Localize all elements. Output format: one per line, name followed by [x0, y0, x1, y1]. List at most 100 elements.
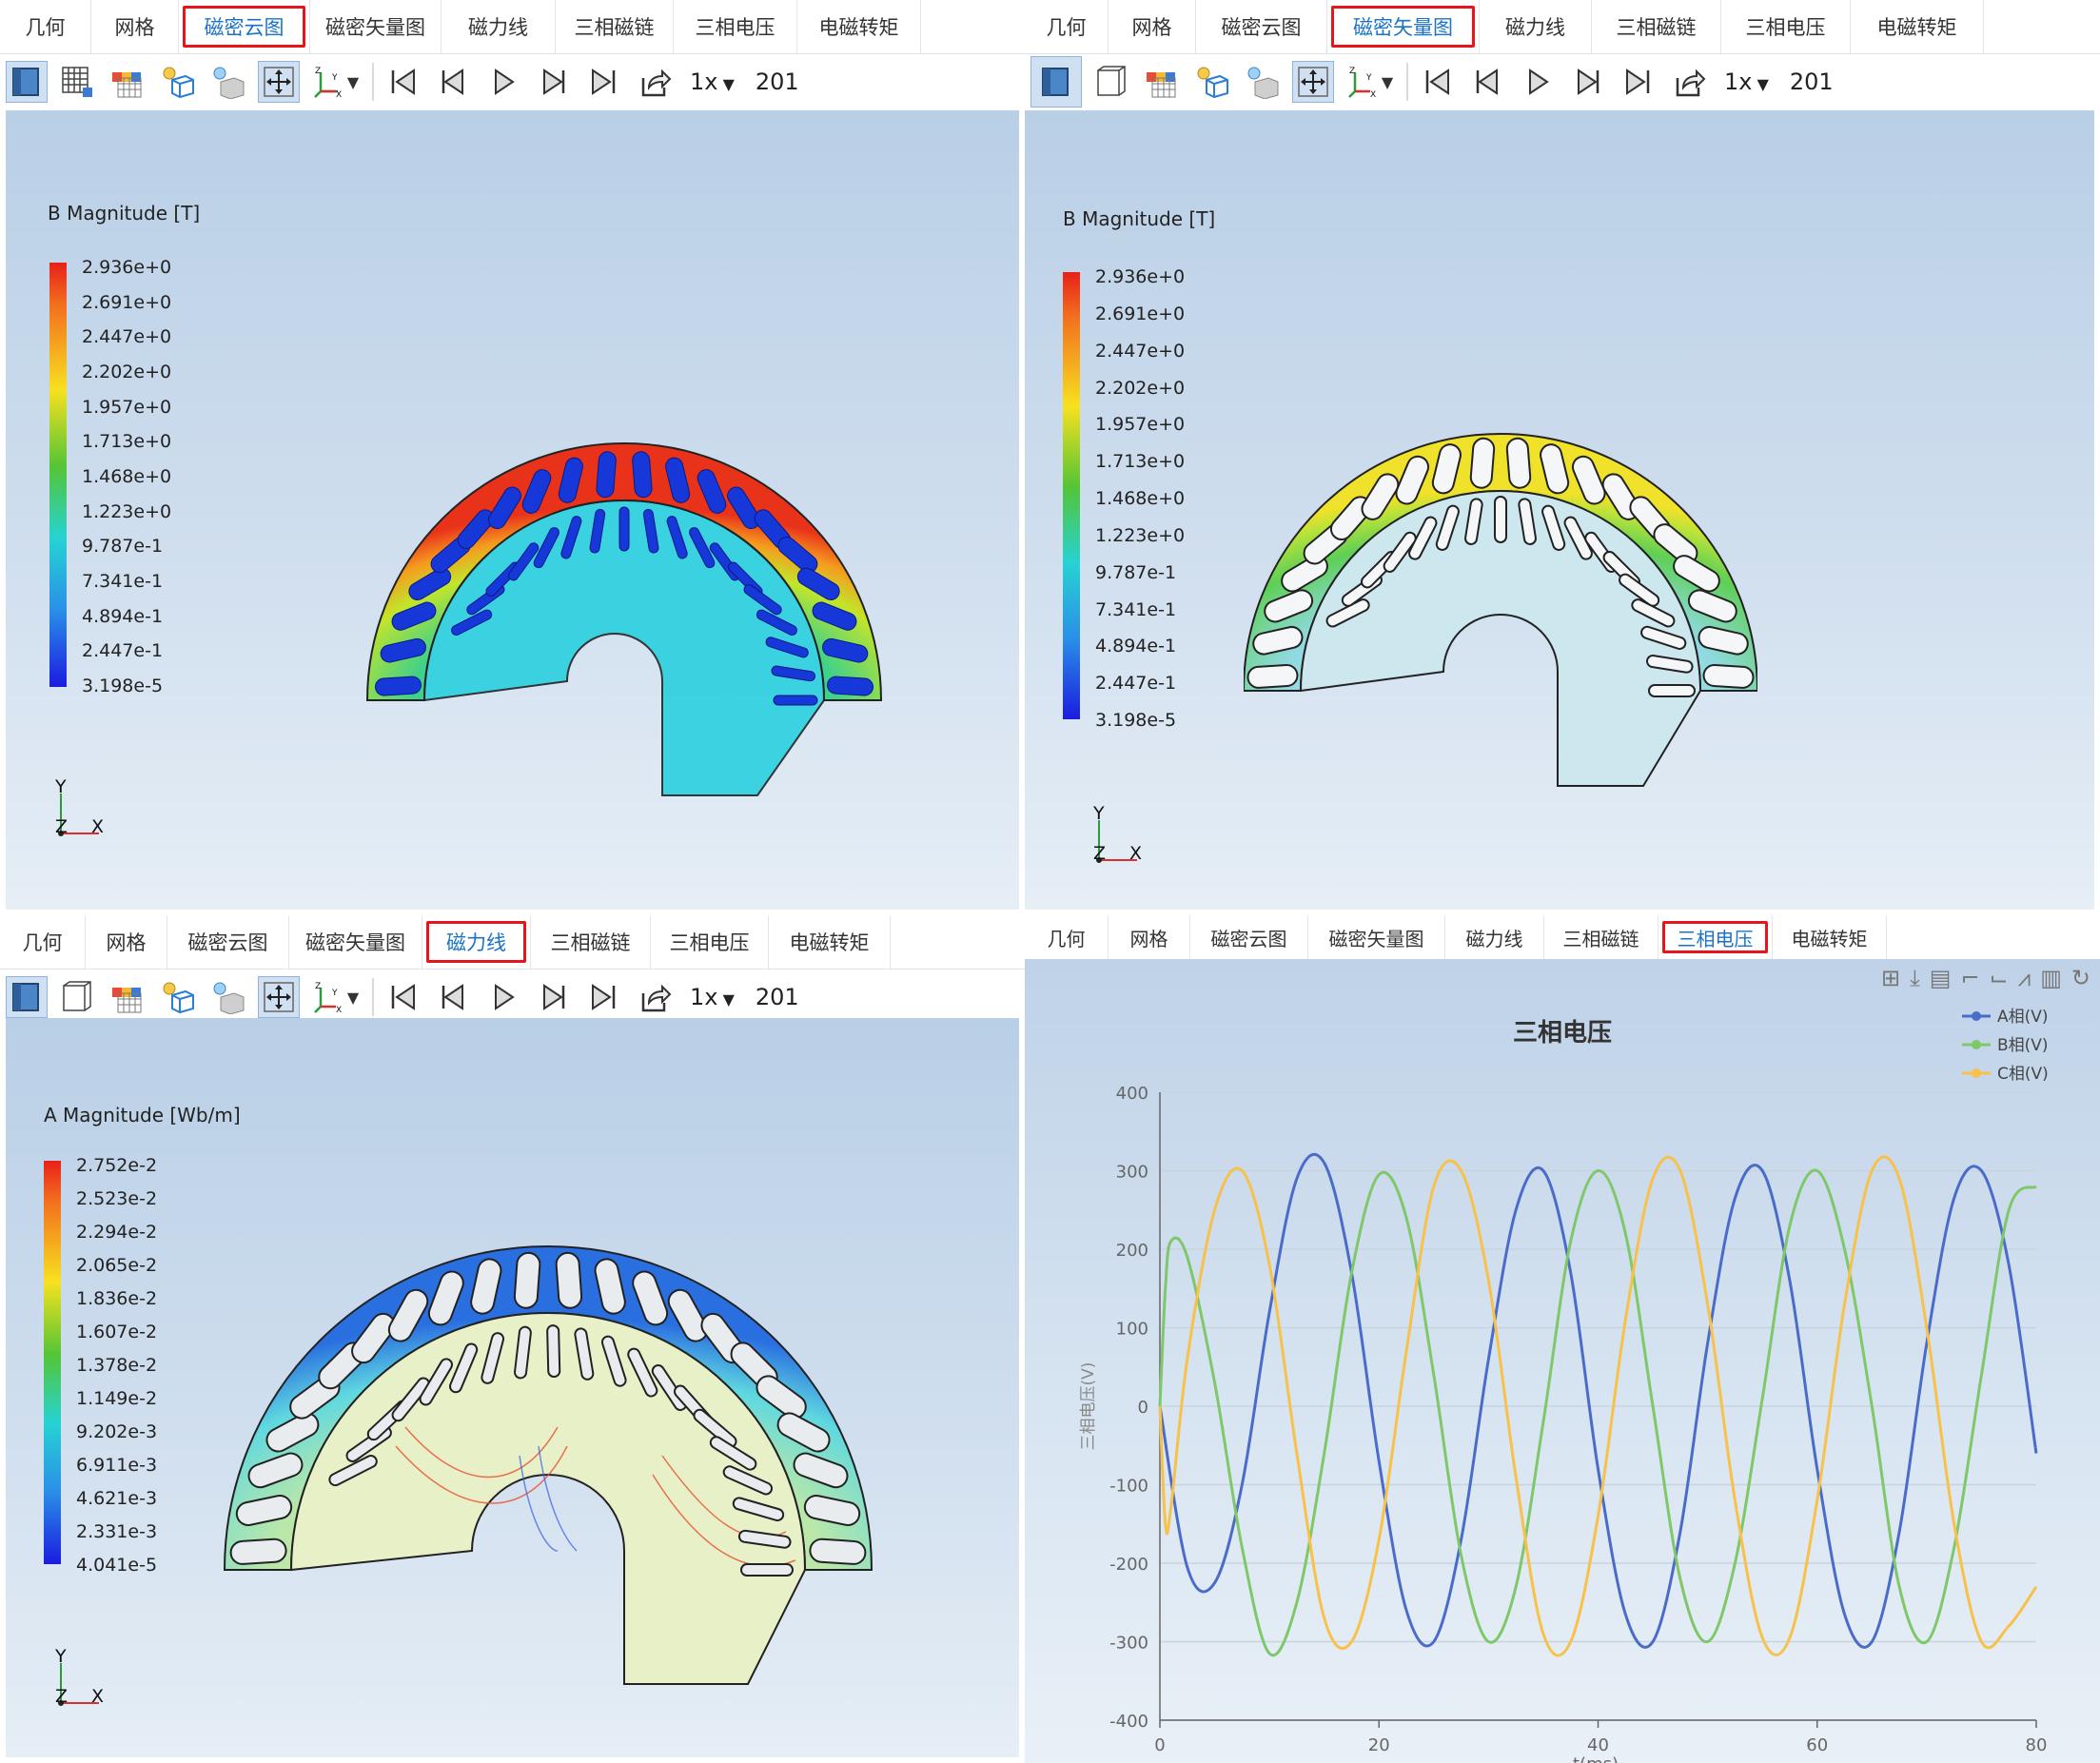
3d-viewport[interactable]: B Magnitude [T] 2.936e+0 2.691e+0 2.447e+0… — [6, 110, 1019, 910]
tab-three-phase-voltage[interactable]: 三相电压 — [1658, 915, 1773, 959]
fit-view-button[interactable] — [258, 61, 300, 103]
tab-three-phase-flux-linkage[interactable]: 三相磁链 — [531, 915, 651, 969]
3d-viewport[interactable]: A Magnitude [Wb/m] 2.752e-2 2.523e-2 2.294… — [6, 1018, 1019, 1757]
tab-em-torque[interactable]: 电磁转矩 — [1773, 915, 1887, 959]
tab-three-phase-flux-linkage[interactable]: 三相磁链 — [1544, 915, 1658, 959]
bulb-block-button[interactable] — [207, 61, 249, 103]
tab-mesh[interactable]: 网格 — [91, 0, 179, 53]
voltage-chart[interactable]: 三相电压 400 300 200 100 0 -100 -200 -300 -400 0 20 40 60… — [1025, 959, 2100, 1763]
mesh-view-button[interactable] — [56, 61, 98, 103]
light-box-button[interactable] — [157, 61, 199, 103]
frame-number: 201 — [755, 984, 799, 1010]
speed-select[interactable]: 1x ▼ — [1724, 69, 1769, 95]
light-box-button[interactable] — [157, 976, 199, 1018]
y-tick-label: 0 — [1138, 1398, 1148, 1418]
tab-three-phase-voltage[interactable]: 三相电压 — [1721, 0, 1851, 53]
axis-label-y: Y — [1093, 803, 1105, 824]
tab-flux-density-contour[interactable]: 磁密云图 — [167, 915, 289, 969]
panel-flux-lines: 几何 网格 磁密云图 磁密矢量图 磁力线 三相磁链 三相电压 电磁转矩 Z Y X ▼… — [0, 915, 1025, 1763]
tab-flux-density-contour[interactable]: 磁密云图 — [179, 0, 310, 53]
tab-flux-lines[interactable]: 磁力线 — [1445, 915, 1544, 959]
axis-orientation-button[interactable]: Z Y X ▼ — [308, 976, 362, 1018]
stator-slot — [555, 1251, 583, 1309]
y-tick-label: -200 — [1109, 1555, 1148, 1575]
wireframe-view-button[interactable] — [1090, 61, 1132, 103]
series-line-0[interactable] — [1158, 1152, 2038, 1649]
tab-flux-density-vector[interactable]: 磁密矢量图 — [1327, 0, 1480, 53]
first-frame-button[interactable] — [1416, 61, 1458, 103]
tab-em-torque[interactable]: 电磁转矩 — [1851, 0, 1984, 53]
previous-frame-button[interactable] — [1466, 61, 1508, 103]
contour-view-button[interactable] — [107, 61, 148, 103]
play-button[interactable] — [1517, 61, 1559, 103]
legend-label[interactable]: C相(V) — [1997, 1065, 2049, 1084]
next-frame-button[interactable] — [1567, 61, 1609, 103]
next-frame-button[interactable] — [533, 976, 575, 1018]
contour-view-button[interactable] — [107, 976, 148, 1018]
tab-geometry[interactable]: 几何 — [1025, 915, 1109, 959]
tab-three-phase-voltage[interactable]: 三相电压 — [651, 915, 769, 969]
legend-label[interactable]: A相(V) — [1997, 1008, 2049, 1027]
tab-mesh[interactable]: 网格 — [1109, 0, 1196, 53]
tab-flux-lines[interactable]: 磁力线 — [422, 915, 531, 969]
export-button[interactable] — [634, 61, 676, 103]
tab-three-phase-flux-linkage[interactable]: 三相磁链 — [1592, 0, 1721, 53]
axis-label-z: Z — [55, 816, 69, 837]
legend-label[interactable]: B相(V) — [1997, 1036, 2049, 1055]
tab-geometry[interactable]: 几何 — [1025, 0, 1109, 53]
fit-view-button[interactable] — [258, 976, 300, 1018]
tab-flux-density-contour[interactable]: 磁密云图 — [1190, 915, 1308, 959]
fit-view-button[interactable] — [1292, 61, 1334, 103]
tab-mesh[interactable]: 网格 — [1109, 915, 1190, 959]
3d-viewport[interactable]: B Magnitude [T] 2.936e+0 2.691e+0 2.447e+0… — [1025, 110, 2094, 910]
last-frame-button[interactable] — [583, 976, 625, 1018]
stator-slot — [513, 1251, 541, 1309]
solid-view-button[interactable] — [6, 976, 48, 1018]
previous-frame-button[interactable] — [432, 61, 474, 103]
speed-select[interactable]: 1x ▼ — [690, 984, 735, 1010]
solid-view-button[interactable] — [1030, 56, 1082, 108]
tab-flux-density-contour[interactable]: 磁密云图 — [1196, 0, 1327, 53]
speed-select[interactable]: 1x ▼ — [690, 69, 735, 95]
light-box-button[interactable] — [1191, 61, 1233, 103]
tab-three-phase-flux-linkage[interactable]: 三相磁链 — [556, 0, 674, 53]
play-button[interactable] — [482, 61, 524, 103]
axis-orientation-button[interactable]: Z Y X ▼ — [1343, 61, 1396, 103]
play-button[interactable] — [482, 976, 524, 1018]
last-frame-button[interactable] — [583, 61, 625, 103]
contour-view-button[interactable] — [1141, 61, 1183, 103]
tab-three-phase-voltage[interactable]: 三相电压 — [674, 0, 797, 53]
svg-text:X: X — [1370, 90, 1376, 99]
solid-view-button[interactable] — [6, 61, 48, 103]
first-frame-button[interactable] — [382, 976, 423, 1018]
x-tick-label: 40 — [1587, 1735, 1609, 1755]
legend-tick-label: 1.836e-2 — [76, 1288, 158, 1309]
tab-bar: 几何 网格 磁密云图 磁密矢量图 磁力线 三相磁链 三相电压 电磁转矩 — [0, 0, 1025, 54]
stator-slot — [1246, 663, 1299, 689]
last-frame-button[interactable] — [1618, 61, 1659, 103]
tab-flux-density-vector[interactable]: 磁密矢量图 — [310, 0, 442, 53]
tab-geometry[interactable]: 几何 — [0, 0, 91, 53]
bulb-block-button[interactable] — [1242, 61, 1284, 103]
first-frame-button[interactable] — [382, 61, 423, 103]
wireframe-view-button[interactable] — [56, 976, 98, 1018]
move-arrows-icon — [1298, 67, 1328, 97]
previous-frame-button[interactable] — [432, 976, 474, 1018]
legend-title: A Magnitude [Wb/m] — [44, 1104, 241, 1126]
tab-em-torque[interactable]: 电磁转矩 — [797, 0, 921, 53]
skip-first-icon — [391, 984, 415, 1010]
tab-geometry[interactable]: 几何 — [0, 915, 86, 969]
axis-orientation-button[interactable]: Z Y X ▼ — [308, 61, 362, 103]
legend-tick-label: 9.787e-1 — [1095, 561, 1177, 583]
bulb-block-button[interactable] — [207, 976, 249, 1018]
tab-mesh[interactable]: 网格 — [86, 915, 167, 969]
stator-slot — [596, 451, 617, 499]
tab-flux-density-vector[interactable]: 磁密矢量图 — [289, 915, 422, 969]
tab-flux-lines[interactable]: 磁力线 — [442, 0, 556, 53]
tab-flux-lines[interactable]: 磁力线 — [1480, 0, 1592, 53]
next-frame-button[interactable] — [533, 61, 575, 103]
export-button[interactable] — [634, 976, 676, 1018]
tab-flux-density-vector[interactable]: 磁密矢量图 — [1308, 915, 1445, 959]
tab-em-torque[interactable]: 电磁转矩 — [769, 915, 891, 969]
export-button[interactable] — [1668, 61, 1710, 103]
